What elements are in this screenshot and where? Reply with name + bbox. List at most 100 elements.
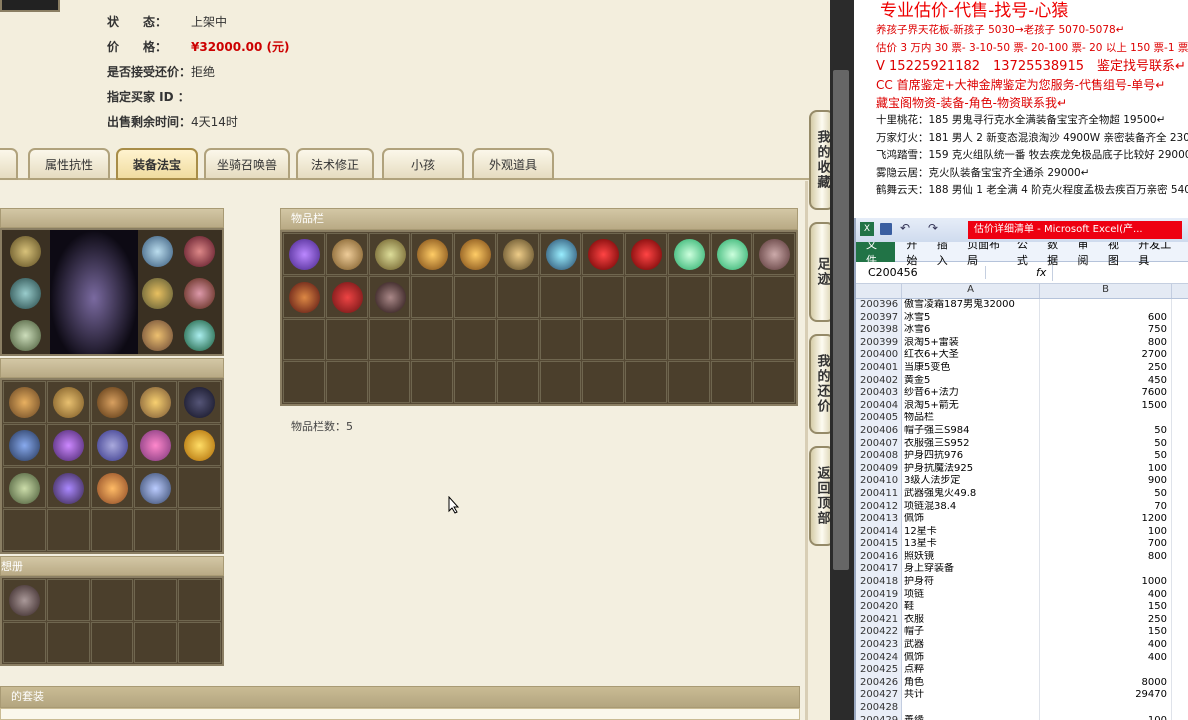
sheet-row[interactable]: 200425 点粹 xyxy=(856,664,1188,677)
cell-price[interactable] xyxy=(1040,702,1172,715)
cell-item[interactable]: 帽子强三S984 xyxy=(902,424,1040,438)
inventory-slot[interactable] xyxy=(496,233,539,275)
cell-item[interactable]: 佩饰 xyxy=(902,513,1040,526)
cell-price[interactable]: 150 xyxy=(1040,626,1172,640)
inventory-slot[interactable] xyxy=(283,233,325,275)
cell-item[interactable]: 冰雪5 xyxy=(902,311,1040,325)
sheet-row[interactable]: 200408 护身四抗976 50 xyxy=(856,450,1188,463)
inventory-slot[interactable] xyxy=(283,275,325,318)
inventory-slot[interactable] xyxy=(283,361,325,403)
inventory-slot[interactable] xyxy=(496,318,539,361)
cell-price[interactable]: 150 xyxy=(1040,601,1172,614)
sheet-row[interactable]: 200404 浪淘5+箭无 1500 xyxy=(856,399,1188,413)
sheet-row[interactable]: 200411 武器强鬼火49.8 50 xyxy=(856,487,1188,501)
album-slot[interactable] xyxy=(90,579,134,621)
cell-item[interactable]: 善缘 xyxy=(902,714,1040,720)
cell-item[interactable] xyxy=(902,702,1040,715)
inventory-slot[interactable] xyxy=(582,233,624,275)
album-slot[interactable] xyxy=(3,579,46,621)
cell-price[interactable]: 7600 xyxy=(1040,387,1172,400)
inventory-slot[interactable] xyxy=(539,275,582,318)
sheet-row[interactable]: 200426 角色 8000 xyxy=(856,676,1188,690)
cell-price[interactable]: 100 xyxy=(1040,462,1172,476)
sheet-row[interactable]: 200403 纱音6+法力 7600 xyxy=(856,387,1188,400)
cell-item[interactable]: 护身抗魔法925 xyxy=(902,462,1040,476)
treasure-slot[interactable] xyxy=(134,466,178,509)
inventory-slot[interactable] xyxy=(667,318,710,361)
cell-item[interactable]: 3级人法步定 xyxy=(902,475,1040,488)
treasure-slot[interactable] xyxy=(3,423,46,466)
treasure-slot[interactable] xyxy=(178,509,221,551)
sheet-row[interactable]: 200420 鞋 150 xyxy=(856,601,1188,614)
inventory-slot[interactable] xyxy=(411,318,453,361)
inventory-slot[interactable] xyxy=(454,233,496,275)
inventory-slot[interactable] xyxy=(454,318,496,361)
sheet-row[interactable]: 200402 黄金5 450 xyxy=(856,374,1188,388)
cell-item[interactable]: 武器 xyxy=(902,639,1040,652)
sheet-row[interactable]: 200399 浪淘5+雷装 800 xyxy=(856,336,1188,350)
cell-item[interactable]: 照妖镜 xyxy=(902,550,1040,564)
cell-item[interactable]: 项链 xyxy=(902,588,1040,602)
file-tab[interactable]: 文件 xyxy=(856,238,896,267)
belt-icon[interactable] xyxy=(142,320,173,351)
sheet-row[interactable]: 200422 帽子 150 xyxy=(856,626,1188,640)
inventory-slot[interactable] xyxy=(753,361,795,403)
cell-price[interactable] xyxy=(1040,563,1172,577)
inventory-slot[interactable] xyxy=(667,233,710,275)
cell-price[interactable]: 600 xyxy=(1040,311,1172,325)
tab-spells[interactable]: 法术修正 xyxy=(296,148,374,180)
sheet-row[interactable]: 200397 冰雪5 600 xyxy=(856,311,1188,325)
sheet-row[interactable]: 200416 照妖镜 800 xyxy=(856,550,1188,564)
cell-item[interactable]: 衣服 xyxy=(902,613,1040,627)
cell-price[interactable]: 250 xyxy=(1040,613,1172,627)
sheet-row[interactable]: 200428 xyxy=(856,702,1188,715)
cell-price[interactable]: 50 xyxy=(1040,487,1172,501)
treasure-slot[interactable] xyxy=(90,381,134,423)
inventory-slot[interactable] xyxy=(539,361,582,403)
album-slot[interactable] xyxy=(134,621,178,663)
cell-price[interactable]: 50 xyxy=(1040,437,1172,451)
inventory-slot[interactable] xyxy=(368,233,411,275)
inventory-slot[interactable] xyxy=(667,275,710,318)
cell-price[interactable]: 250 xyxy=(1040,361,1172,375)
sheet-row[interactable]: 200410 3级人法步定 900 xyxy=(856,475,1188,488)
cell-item[interactable]: 佩饰 xyxy=(902,651,1040,665)
treasure-slot[interactable] xyxy=(46,509,90,551)
cell-item[interactable]: 身上穿装备 xyxy=(902,563,1040,577)
sheet-row[interactable]: 200413 佩饰 1200 xyxy=(856,513,1188,526)
inventory-slot[interactable] xyxy=(710,361,753,403)
inventory-slot[interactable] xyxy=(625,233,667,275)
inventory-slot[interactable] xyxy=(368,318,411,361)
inventory-slot[interactable] xyxy=(710,318,753,361)
shoes-icon[interactable] xyxy=(10,320,41,351)
cell-price[interactable]: 800 xyxy=(1040,550,1172,564)
cell-price[interactable]: 700 xyxy=(1040,538,1172,551)
inventory-slot[interactable] xyxy=(325,275,368,318)
treasure-slot[interactable] xyxy=(46,381,90,423)
cell-price[interactable]: 400 xyxy=(1040,651,1172,665)
inventory-slot[interactable] xyxy=(411,275,453,318)
cell-price[interactable]: 50 xyxy=(1040,450,1172,463)
treasure-slot[interactable] xyxy=(90,466,134,509)
inventory-slot[interactable] xyxy=(625,275,667,318)
album-slot[interactable] xyxy=(178,579,221,621)
sheet-row[interactable]: 200423 武器 400 xyxy=(856,639,1188,652)
cell-price[interactable]: 750 xyxy=(1040,324,1172,337)
inventory-slot[interactable] xyxy=(411,233,453,275)
cell-item[interactable]: 13星卡 xyxy=(902,538,1040,551)
bracelet-icon[interactable] xyxy=(184,278,215,309)
album-slot[interactable] xyxy=(46,579,90,621)
inventory-slot[interactable] xyxy=(325,233,368,275)
inventory-slot[interactable] xyxy=(454,275,496,318)
inventory-slot[interactable] xyxy=(667,361,710,403)
album-slot[interactable] xyxy=(178,621,221,663)
inventory-slot[interactable] xyxy=(496,361,539,403)
treasure-slot[interactable] xyxy=(178,423,221,466)
cell-item[interactable]: 衣服强三S952 xyxy=(902,437,1040,451)
inventory-slot[interactable] xyxy=(625,318,667,361)
treasure-slot[interactable] xyxy=(46,466,90,509)
cell-item[interactable]: 点粹 xyxy=(902,664,1040,677)
column-b-header[interactable]: B xyxy=(1040,284,1172,298)
inventory-slot[interactable] xyxy=(283,318,325,361)
cell-item[interactable]: 浪淘5+雷装 xyxy=(902,336,1040,350)
